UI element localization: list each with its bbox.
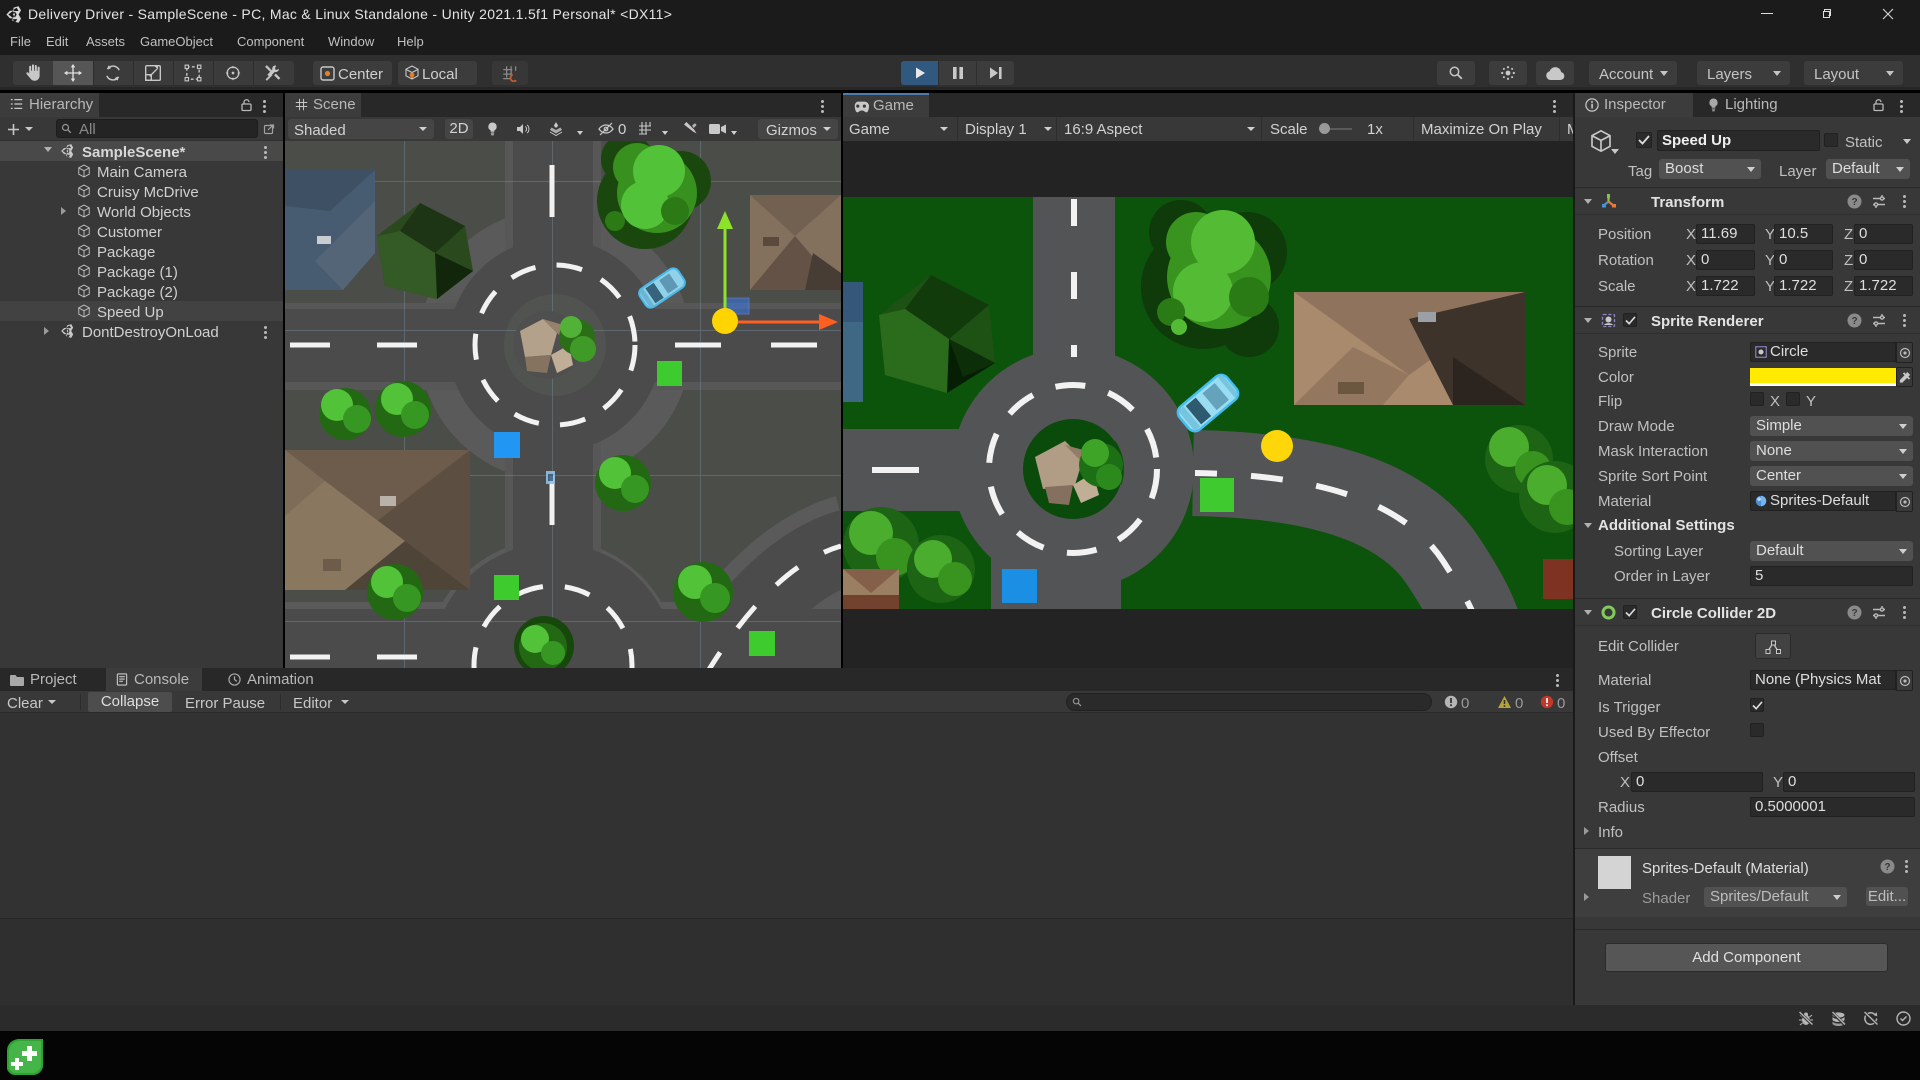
svg-text:?: ?: [1851, 316, 1857, 327]
svg-text:?: ?: [1884, 862, 1890, 873]
svg-text:?: ?: [1851, 608, 1857, 619]
svg-text:?: ?: [1851, 197, 1857, 208]
